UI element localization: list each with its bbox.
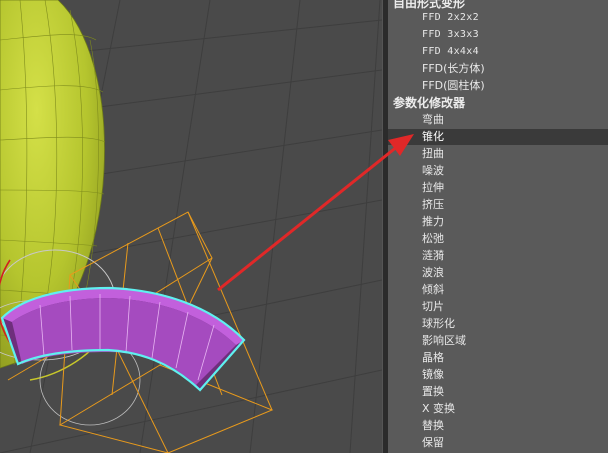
menu-item-ffd-cylinder[interactable]: FFD(圆柱体)	[388, 78, 608, 94]
menu-item-affect-region[interactable]: 影响区域	[388, 333, 608, 349]
3d-viewport[interactable]	[0, 0, 382, 453]
menu-item-ffd-2x2x2[interactable]: FFD 2x2x2	[388, 10, 608, 26]
menu-item-preserve[interactable]: 保留	[388, 435, 608, 451]
menu-item-wave[interactable]: 波浪	[388, 265, 608, 281]
menu-item-ffd-4x4x4[interactable]: FFD 4x4x4	[388, 44, 608, 60]
menu-item-xform[interactable]: X 变换	[388, 401, 608, 417]
menu-item-taper-selected[interactable]: 锥化	[388, 129, 608, 145]
menu-item-relax[interactable]: 松弛	[388, 231, 608, 247]
viewport-scene	[0, 0, 382, 453]
group-header-parametric: 参数化修改器	[393, 96, 466, 110]
menu-item-ffd-box[interactable]: FFD(长方体)	[388, 61, 608, 77]
menu-item-push[interactable]: 推力	[388, 214, 608, 230]
menu-item-ffd-3x3x3[interactable]: FFD 3x3x3	[388, 27, 608, 43]
menu-item-mirror[interactable]: 镜像	[388, 367, 608, 383]
menu-item-twist[interactable]: 扭曲	[388, 146, 608, 162]
menu-item-displace[interactable]: 置换	[388, 384, 608, 400]
menu-item-substitute[interactable]: 替换	[388, 418, 608, 434]
menu-item-lattice[interactable]: 晶格	[388, 350, 608, 366]
bent-box-object[interactable]	[0, 286, 246, 392]
menu-item-spherify[interactable]: 球形化	[388, 316, 608, 332]
menu-item-bend[interactable]: 弯曲	[388, 112, 608, 128]
menu-item-squeeze[interactable]: 挤压	[388, 197, 608, 213]
menu-item-slice[interactable]: 切片	[388, 299, 608, 315]
menu-item-noise[interactable]: 噪波	[388, 163, 608, 179]
menu-item-ripple[interactable]: 涟漪	[388, 248, 608, 264]
modifier-list-panel: 自由形式变形 FFD 2x2x2 FFD 3x3x3 FFD 4x4x4 FFD…	[388, 0, 608, 453]
menu-item-stretch[interactable]: 拉伸	[388, 180, 608, 196]
menu-item-skew[interactable]: 倾斜	[388, 282, 608, 298]
